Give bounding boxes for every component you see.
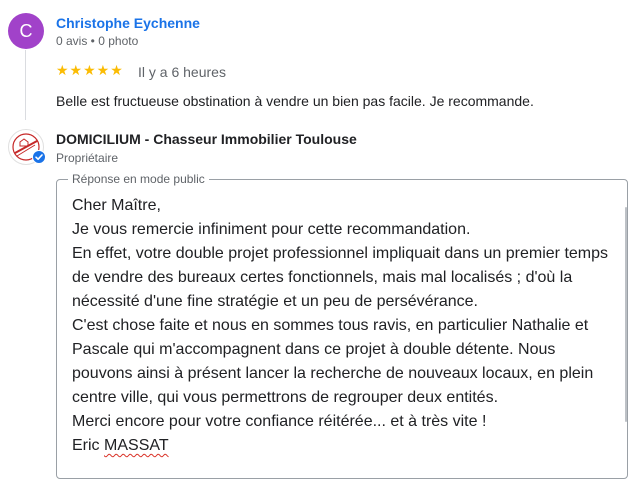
reviewer-name-link[interactable]: Christophe Eychenne	[56, 15, 200, 31]
thread-connector-line	[25, 50, 26, 120]
reply-line: Je vous remercie infiniment pour cette r…	[72, 221, 471, 238]
reviewer-stats: 0 avis • 0 photo	[56, 34, 139, 48]
reviewer-avatar[interactable]: C	[8, 13, 44, 49]
reply-text-content: Cher Maître, Je vous remercie infiniment…	[72, 194, 617, 458]
owner-role: Propriétaire	[56, 151, 119, 165]
star-rating: ★★★★★	[56, 62, 124, 78]
reply-scrollbar[interactable]	[625, 207, 627, 422]
review-date: Il y a 6 heures	[138, 64, 226, 80]
owner-avatar	[8, 129, 46, 165]
verified-check-icon	[32, 150, 46, 164]
owner-name: DOMICILIUM - Chasseur Immobilier Toulous…	[56, 131, 357, 147]
signature-first-name: Eric	[72, 437, 100, 454]
spellcheck-flagged-word: MASSAT	[104, 437, 169, 454]
review-text: Belle est fructueuse obstination à vendr…	[56, 93, 534, 109]
reply-line: C'est chose faite et nous en sommes tous…	[72, 317, 594, 406]
reply-signature: Eric MASSAT	[72, 434, 617, 458]
reply-line: Merci encore pour votre confiance réitér…	[72, 413, 487, 430]
reply-field-label: Réponse en mode public	[68, 172, 209, 186]
reply-line: En effet, votre double projet profession…	[72, 245, 609, 310]
reply-line: Cher Maître,	[72, 197, 161, 214]
